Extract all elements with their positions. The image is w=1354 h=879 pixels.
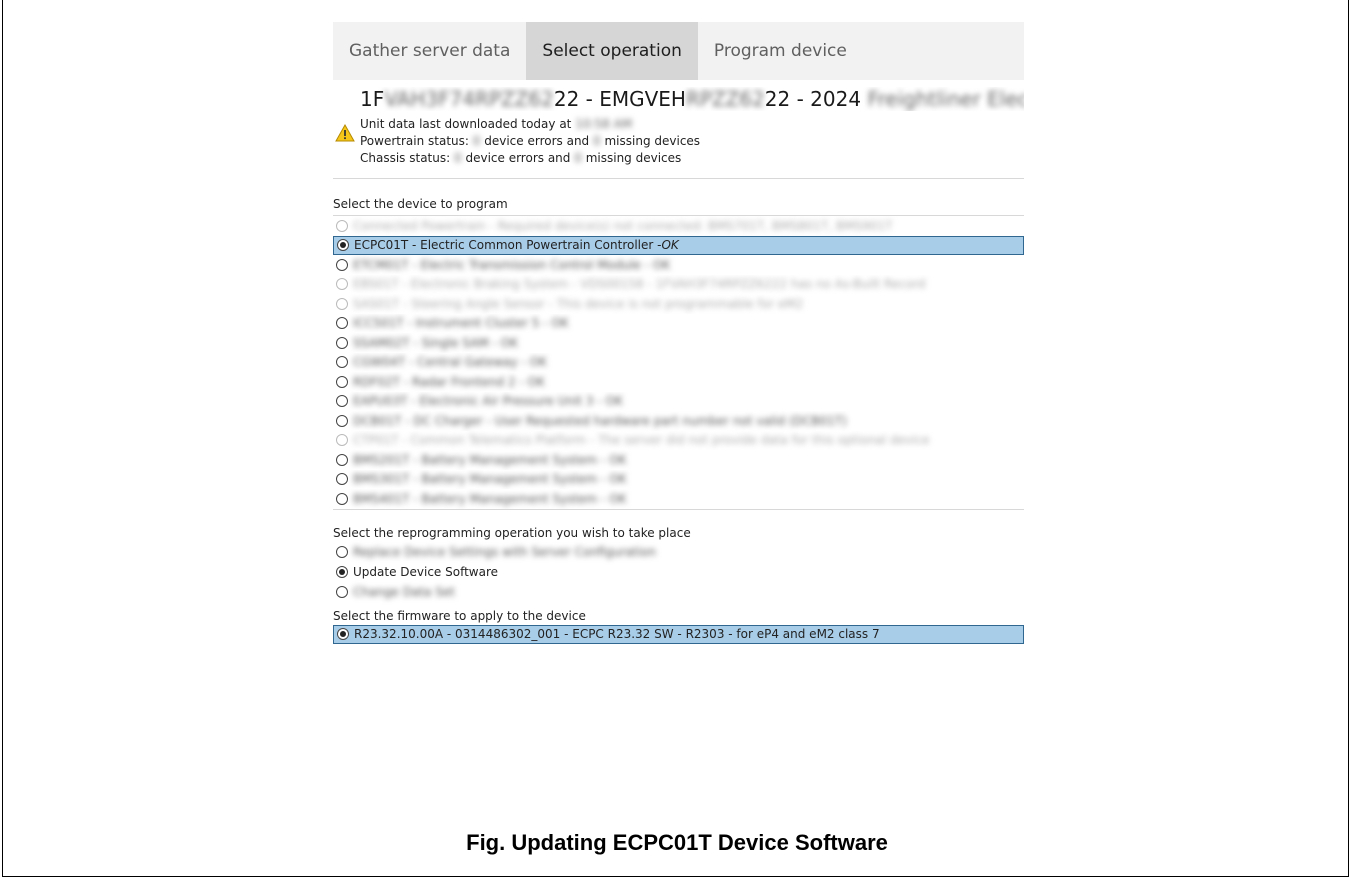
device-row-label: ETCM01T - Electric Transmission Control … bbox=[353, 257, 671, 272]
operation-option[interactable]: Change Data Set bbox=[333, 582, 1024, 602]
operation-option[interactable]: Update Device Software bbox=[333, 562, 1024, 582]
radio-button[interactable] bbox=[336, 375, 348, 388]
radio-button[interactable] bbox=[336, 317, 348, 330]
radio-button[interactable] bbox=[336, 278, 348, 291]
device-row-label: SSAM02T - Single SAM - OK bbox=[353, 335, 518, 350]
device-row[interactable]: SSAM02T - Single SAM - OK bbox=[333, 333, 1024, 353]
device-row-label: EBS01T - Electronic Braking System - VDS… bbox=[353, 277, 926, 292]
device-section-label: Select the device to program bbox=[333, 197, 508, 211]
chassis-label: Chassis status: bbox=[360, 151, 451, 165]
radio-button[interactable] bbox=[336, 414, 348, 427]
download-label: Unit data last downloaded today at bbox=[360, 117, 572, 131]
device-row[interactable]: BMS301T - Battery Management System - OK bbox=[333, 470, 1024, 490]
device-row[interactable]: CGW04T - Central Gateway - OK bbox=[333, 353, 1024, 373]
powertrain-suffix: missing devices bbox=[604, 134, 701, 148]
operation-option-label: Change Data Set bbox=[353, 584, 455, 599]
device-row[interactable]: CTP01T - Common Telematics Platform - Th… bbox=[333, 431, 1024, 451]
device-row-label: ICC501T - Instrument Cluster 5 - OK bbox=[353, 316, 569, 331]
chassis-mid: device errors and bbox=[465, 151, 571, 165]
radio-button[interactable] bbox=[336, 219, 348, 232]
device-row[interactable]: DCB01T - DC Charger - User Requested har… bbox=[333, 411, 1024, 431]
operation-list: Replace Device Settings with Server Conf… bbox=[333, 542, 1024, 602]
firmware-section-label: Select the firmware to apply to the devi… bbox=[333, 608, 586, 623]
device-row-label: RDF02T - Radar Frontend 2 - OK bbox=[353, 374, 545, 389]
vehicle-title: 1FVAH3F74RPZZ6222 - EMGVEHRPZZ6222 - 202… bbox=[360, 87, 1024, 111]
operation-option-label: Update Device Software bbox=[353, 564, 499, 579]
radio-button[interactable] bbox=[336, 258, 348, 271]
radio-button[interactable] bbox=[336, 336, 348, 349]
firmware-option-label: R23.32.10.00A - 0314486302_001 - ECPC R2… bbox=[354, 627, 880, 642]
device-row-label: DCB01T - DC Charger - User Requested har… bbox=[353, 413, 847, 428]
radio-button[interactable] bbox=[336, 492, 348, 505]
warning-icon bbox=[335, 123, 355, 146]
powertrain-errors: 0 bbox=[472, 134, 481, 148]
radio-button[interactable] bbox=[336, 565, 348, 578]
firmware-section: Select the firmware to apply to the devi… bbox=[333, 608, 1024, 644]
operation-option-label: Replace Device Settings with Server Conf… bbox=[353, 544, 656, 559]
device-status: OK bbox=[661, 238, 679, 253]
radio-button[interactable] bbox=[336, 545, 348, 558]
vin-year: 22 - 2024 bbox=[764, 87, 868, 111]
device-row-label: ECPC01T - Electric Common Powertrain Con… bbox=[354, 238, 662, 253]
radio-button[interactable] bbox=[336, 395, 348, 408]
powertrain-missing: 0 bbox=[593, 134, 601, 148]
tab-bar: Gather server data Select operation Prog… bbox=[333, 22, 1024, 80]
device-row[interactable]: ETCM01T - Electric Transmission Control … bbox=[333, 255, 1024, 275]
device-row-label: SAS01T - Steering Angle Sensor - This de… bbox=[353, 296, 804, 311]
chassis-status: Chassis status: 0 device errors and 0 mi… bbox=[360, 151, 681, 165]
device-list: Connected Powertrain - Required device(s… bbox=[333, 215, 1024, 510]
radio-button[interactable] bbox=[337, 628, 349, 641]
vehicle-make-redacted: Freightliner Electric bbox=[867, 87, 1024, 111]
device-row[interactable]: Connected Powertrain - Required device(s… bbox=[333, 216, 1024, 236]
radio-button[interactable] bbox=[336, 356, 348, 369]
download-status: Unit data last downloaded today at 10:58… bbox=[360, 117, 632, 131]
vin-tail: 22 - EMGVEH bbox=[553, 87, 686, 111]
app-window: Gather server data Select operation Prog… bbox=[333, 22, 1024, 644]
tab-program-device[interactable]: Program device bbox=[698, 22, 863, 80]
device-row[interactable]: BMS201T - Battery Management System - OK bbox=[333, 450, 1024, 470]
powertrain-label: Powertrain status: bbox=[360, 134, 469, 148]
firmware-option[interactable]: R23.32.10.00A - 0314486302_001 - ECPC R2… bbox=[333, 624, 1024, 644]
device-row[interactable]: ECPC01T - Electric Common Powertrain Con… bbox=[333, 235, 1024, 255]
operation-section: Select the reprogramming operation you w… bbox=[333, 526, 1024, 602]
vehicle-header: 1FVAH3F74RPZZ6222 - EMGVEHRPZZ6222 - 202… bbox=[333, 80, 1024, 179]
radio-button[interactable] bbox=[336, 434, 348, 447]
tab-gather-server-data[interactable]: Gather server data bbox=[333, 22, 526, 80]
device-row[interactable]: EAPU03T - Electronic Air Pressure Unit 3… bbox=[333, 392, 1024, 412]
chassis-suffix: missing devices bbox=[585, 151, 682, 165]
chassis-missing: 0 bbox=[574, 151, 582, 165]
figure-caption: Fig. Updating ECPC01T Device Software bbox=[466, 830, 888, 855]
radio-button[interactable] bbox=[336, 585, 348, 598]
chassis-errors: 0 bbox=[454, 151, 462, 165]
device-row-label: BMS401T - Battery Management System - OK bbox=[353, 491, 627, 506]
device-row[interactable]: RDF02T - Radar Frontend 2 - OK bbox=[333, 372, 1024, 392]
operation-option[interactable]: Replace Device Settings with Server Conf… bbox=[333, 542, 1024, 562]
device-row[interactable]: EBS01T - Electronic Braking System - VDS… bbox=[333, 275, 1024, 295]
vin-redacted: VAH3F74RPZZ62 bbox=[384, 87, 554, 111]
vin-redacted-2: RPZZ62 bbox=[685, 87, 765, 111]
device-row-label: CTP01T - Common Telematics Platform - Th… bbox=[353, 433, 930, 448]
device-row[interactable]: ICC501T - Instrument Cluster 5 - OK bbox=[333, 314, 1024, 334]
device-row-label: EAPU03T - Electronic Air Pressure Unit 3… bbox=[353, 394, 623, 409]
device-row[interactable]: BMS401T - Battery Management System - OK bbox=[333, 489, 1024, 509]
operation-section-label: Select the reprogramming operation you w… bbox=[333, 525, 691, 540]
device-row-label: BMS201T - Battery Management System - OK bbox=[353, 452, 627, 467]
powertrain-status: Powertrain status: 0 device errors and 0… bbox=[360, 134, 700, 148]
device-row-label: BMS301T - Battery Management System - OK bbox=[353, 472, 627, 487]
vin-prefix: 1F bbox=[360, 87, 385, 111]
radio-button[interactable] bbox=[336, 453, 348, 466]
radio-button[interactable] bbox=[337, 239, 349, 252]
powertrain-mid: device errors and bbox=[484, 134, 590, 148]
device-row[interactable]: SAS01T - Steering Angle Sensor - This de… bbox=[333, 294, 1024, 314]
tab-select-operation[interactable]: Select operation bbox=[526, 22, 698, 80]
device-row-label: Connected Powertrain - Required device(s… bbox=[353, 218, 893, 233]
radio-button[interactable] bbox=[336, 473, 348, 486]
device-row-label: CGW04T - Central Gateway - OK bbox=[353, 355, 547, 370]
download-time: 10:58 AM bbox=[575, 117, 633, 131]
radio-button[interactable] bbox=[336, 297, 348, 310]
